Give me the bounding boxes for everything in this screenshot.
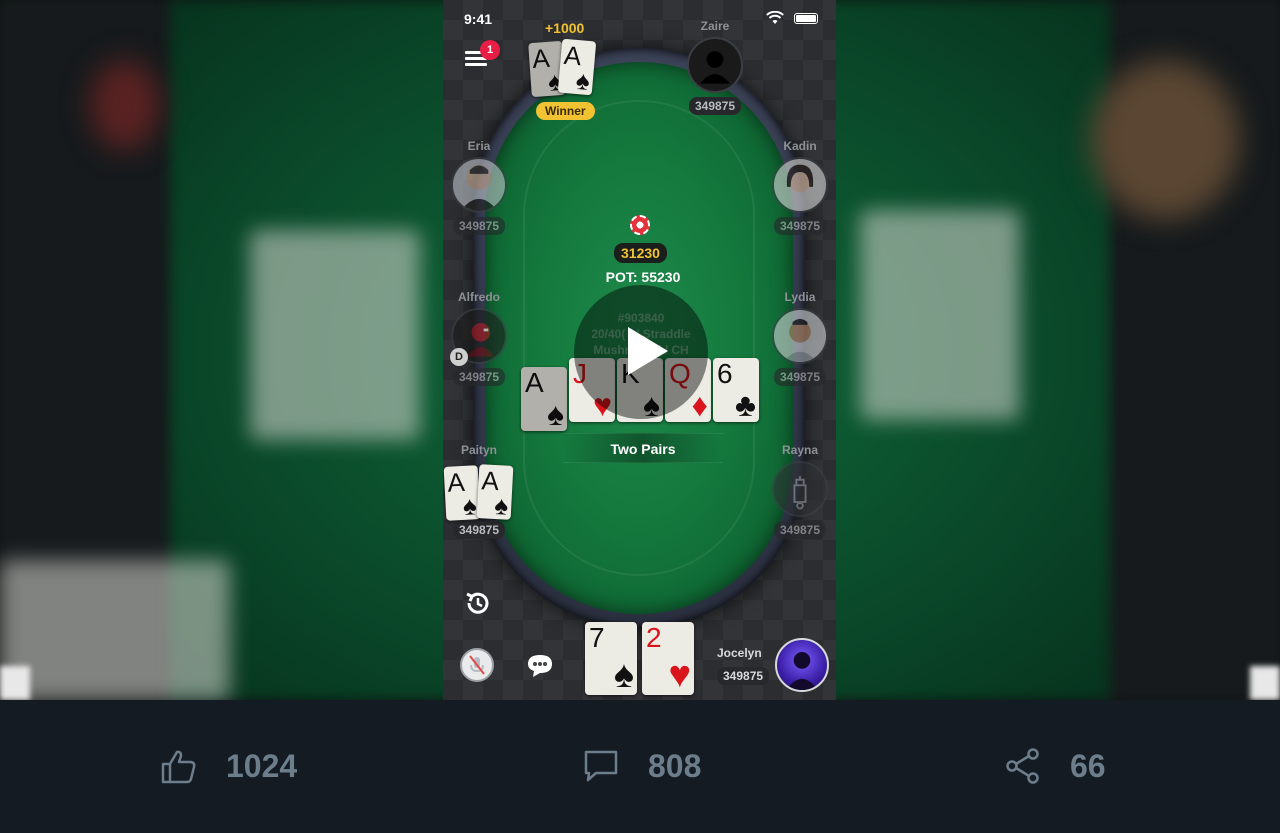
bg-avatar: [90, 60, 160, 150]
hero-card: 2 ♥: [642, 622, 694, 695]
player-stack: 349875: [688, 97, 742, 115]
engagement-bar: 1024 808 66: [0, 700, 1280, 833]
avatar: [772, 308, 828, 364]
player-name: Zaire: [700, 19, 730, 33]
bg-edge-bar: [0, 666, 30, 700]
chat-icon[interactable]: [523, 648, 557, 682]
mic-muted-icon: [469, 655, 485, 675]
bg-card: [0, 560, 230, 700]
speech-bubble-icon: [584, 750, 618, 782]
player-stack: 349875: [773, 368, 827, 386]
hero-stack: 349875: [717, 667, 770, 685]
person-photo-icon: [786, 164, 814, 187]
comment-button[interactable]: 808: [582, 746, 701, 786]
bg-avatar: [1090, 60, 1240, 220]
chip-icon: [630, 215, 650, 235]
bg-edge-bar: [1250, 666, 1280, 700]
comment-count: 808: [648, 747, 702, 784]
battery-icon: [794, 13, 818, 24]
play-icon: [628, 327, 668, 375]
player-stack: 349875: [773, 521, 827, 539]
notification-badge: 1: [480, 40, 500, 60]
history-icon[interactable]: [463, 588, 493, 618]
menu-icon-bar: [465, 63, 487, 66]
play-button[interactable]: [574, 285, 708, 419]
avatar: [772, 461, 828, 517]
avatar: [451, 157, 507, 213]
video-post: 9:41 1 +1000 A ♠ A ♠ Winner Zaire 349875…: [0, 0, 1280, 833]
player-name: Rayna: [781, 443, 819, 457]
player-seat-alfredo[interactable]: Alfredo 349875: [449, 290, 509, 386]
board-card: 6 ♣: [713, 358, 759, 422]
player-stack: 349875: [452, 217, 506, 235]
like-button[interactable]: 1024: [160, 746, 297, 786]
avatar: [687, 37, 743, 93]
paityn-card: A ♠: [476, 464, 514, 520]
like-count: 1024: [226, 747, 298, 784]
player-seat-kadin[interactable]: Kadin 349875: [770, 139, 830, 235]
player-name: Eria: [467, 139, 491, 153]
status-time: 9:41: [464, 11, 493, 27]
hero-name: Jocelyn: [717, 646, 762, 660]
empty-seat-icon: [793, 476, 807, 510]
video-frame[interactable]: 9:41 1 +1000 A ♠ A ♠ Winner Zaire 349875…: [443, 0, 836, 700]
bet-amount: 31230: [614, 243, 667, 263]
player-seat-eria[interactable]: Eria 349875: [449, 139, 509, 235]
bg-card: [860, 210, 1020, 420]
person-photo-icon: [460, 165, 498, 211]
share-count: 66: [1070, 747, 1106, 784]
player-stack: 349875: [452, 521, 506, 539]
thumbs-up-icon: [161, 750, 196, 784]
pot-total: POT: 55230: [605, 269, 681, 285]
paityn-card: A ♠: [443, 465, 481, 521]
player-seat-lydia[interactable]: Lydia 349875: [770, 290, 830, 386]
win-amount: +1000: [545, 20, 585, 36]
player-seat-rayna[interactable]: Rayna 349875: [770, 443, 830, 539]
person-photo-icon: [783, 318, 817, 362]
hand-rank-label: Two Pairs: [563, 433, 723, 463]
person-silhouette-icon: [786, 652, 818, 690]
hero-avatar[interactable]: [775, 638, 829, 692]
dealer-button: D: [450, 348, 468, 366]
bg-card: [250, 230, 420, 440]
hero-card: 7 ♠: [585, 622, 637, 695]
player-stack: 349875: [452, 368, 506, 386]
mic-button[interactable]: [460, 648, 494, 682]
share-icon: [1006, 748, 1039, 784]
wifi-icon: [766, 11, 784, 24]
player-name: Kadin: [783, 139, 817, 153]
player-seat-zaire[interactable]: Zaire 349875: [685, 19, 745, 115]
player-name: Paityn: [460, 443, 497, 457]
winner-card: A ♠: [557, 38, 597, 96]
player-name: Lydia: [784, 290, 816, 304]
share-button[interactable]: 66: [1004, 746, 1106, 786]
player-name: Alfredo: [458, 290, 500, 304]
avatar: [772, 157, 828, 213]
player-stack: 349875: [773, 217, 827, 235]
board-card: A ♠: [521, 367, 567, 431]
person-silhouette-icon: [700, 51, 730, 84]
winner-badge: Winner: [536, 102, 595, 120]
